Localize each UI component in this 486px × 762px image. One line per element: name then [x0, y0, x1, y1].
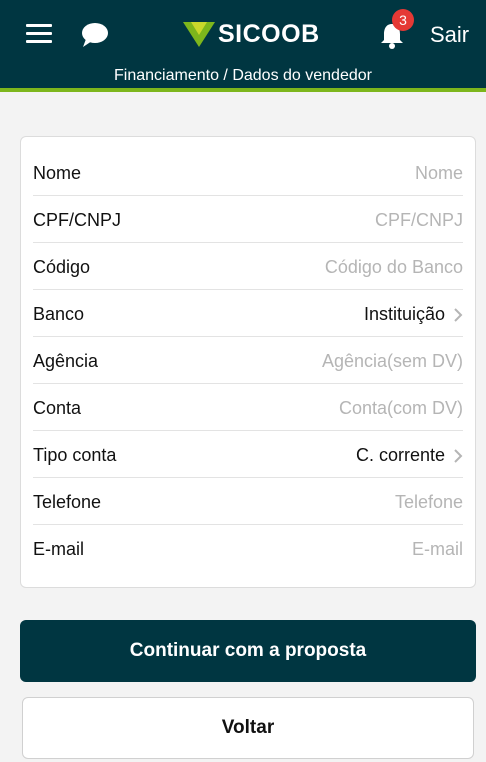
agencia-row: Agência	[33, 337, 463, 384]
banco-select[interactable]: Instituição	[364, 304, 463, 325]
codigo-row: Código	[33, 243, 463, 290]
back-button[interactable]: Voltar	[22, 697, 474, 759]
tipo-conta-value: C. corrente	[355, 445, 445, 465]
nome-input[interactable]	[203, 158, 463, 188]
breadcrumb: Financiamento / Dados do vendedor	[0, 62, 486, 92]
conta-input[interactable]	[203, 393, 463, 423]
nome-label: Nome	[33, 163, 82, 183]
codigo-input[interactable]	[203, 252, 463, 282]
agencia-input[interactable]	[203, 346, 463, 376]
codigo-label: Código	[33, 257, 91, 277]
banco-row[interactable]: Banco Instituição	[33, 290, 463, 337]
email-input[interactable]	[203, 534, 463, 564]
nome-row: Nome	[33, 149, 463, 196]
tipo-conta-row[interactable]: Tipo conta C. corrente	[33, 431, 463, 478]
conta-row: Conta	[33, 384, 463, 431]
agencia-label: Agência	[33, 351, 99, 371]
telefone-label: Telefone	[33, 492, 102, 512]
email-label: E-mail	[33, 539, 85, 559]
telefone-input[interactable]	[203, 487, 463, 517]
app-header: SICOOB 3 Sair	[0, 0, 486, 62]
banco-label: Banco	[33, 304, 85, 324]
banco-value: Instituição	[363, 304, 445, 324]
email-row: E-mail	[33, 525, 463, 572]
tipo-conta-select[interactable]: C. corrente	[356, 445, 463, 466]
logout-button[interactable]: Sair	[430, 22, 469, 48]
chevron-right-icon	[454, 448, 463, 463]
continue-button[interactable]: Continuar com a proposta	[20, 620, 476, 682]
conta-label: Conta	[33, 398, 82, 418]
logo-text: SICOOB	[218, 19, 320, 48]
cpf-row: CPF/CNPJ	[33, 196, 463, 243]
menu-icon[interactable]	[26, 24, 52, 44]
tipo-conta-label: Tipo conta	[33, 445, 117, 465]
logo-mark-icon	[183, 22, 215, 47]
cpf-label: CPF/CNPJ	[33, 210, 122, 230]
cpf-input[interactable]	[203, 205, 463, 235]
seller-form: Nome CPF/CNPJ Código Banco Instituição A…	[20, 136, 476, 588]
telefone-row: Telefone	[33, 478, 463, 525]
chevron-right-icon	[454, 307, 463, 322]
sicoob-logo: SICOOB	[182, 18, 320, 50]
notification-badge: 3	[392, 9, 414, 31]
chat-icon[interactable]	[80, 22, 110, 48]
